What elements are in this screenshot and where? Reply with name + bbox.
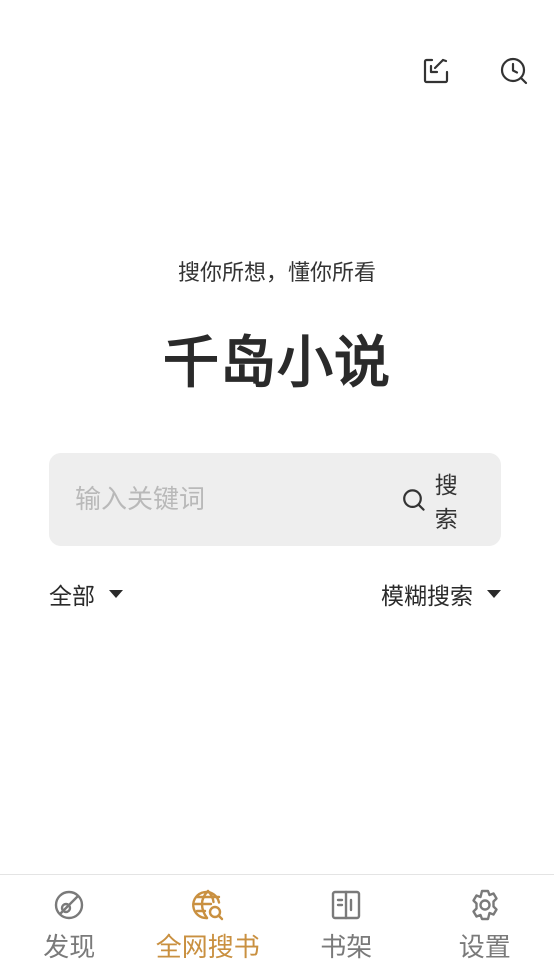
tab-bookshelf-label: 书架 <box>320 933 373 963</box>
caret-down-icon <box>487 590 501 598</box>
bookshelf-icon <box>332 890 361 920</box>
scope-dropdown[interactable]: 全部 <box>49 577 123 611</box>
search-icon <box>403 488 425 511</box>
tab-discover-label: 发现 <box>43 933 96 963</box>
search-mode-dropdown[interactable]: 模糊搜索 <box>381 577 501 611</box>
tab-web-search[interactable]: 全网搜书 <box>139 875 278 973</box>
bottom-tab-bar: 发现 全网搜书 书架 设置 <box>0 874 554 973</box>
tab-discover[interactable]: 发现 <box>0 875 139 973</box>
settings-icon <box>472 889 498 921</box>
slogan: 搜你所想，懂你所看 <box>177 261 376 286</box>
search-button-label: 搜索 <box>434 472 458 533</box>
import-button[interactable] <box>420 55 452 87</box>
scope-dropdown-label: 全部 <box>49 584 95 610</box>
search-box: 搜索 <box>49 453 501 546</box>
tab-settings[interactable]: 设置 <box>416 875 554 973</box>
history-icon <box>500 57 528 85</box>
search-input[interactable] <box>73 468 401 531</box>
discover-icon <box>55 890 84 920</box>
filter-row: 全部 模糊搜索 <box>49 577 501 611</box>
tab-bookshelf[interactable]: 书架 <box>277 875 416 973</box>
tab-settings-label: 设置 <box>458 933 511 963</box>
history-button[interactable] <box>498 55 530 87</box>
search-mode-dropdown-label: 模糊搜索 <box>381 584 473 610</box>
top-actions <box>420 55 530 87</box>
tab-web-search-label: 全网搜书 <box>155 933 260 963</box>
app-title: 千岛小说 <box>163 331 391 396</box>
import-icon <box>423 58 449 84</box>
search-button[interactable]: 搜索 <box>401 466 477 534</box>
caret-down-icon <box>109 590 123 598</box>
web-search-icon <box>191 889 223 921</box>
